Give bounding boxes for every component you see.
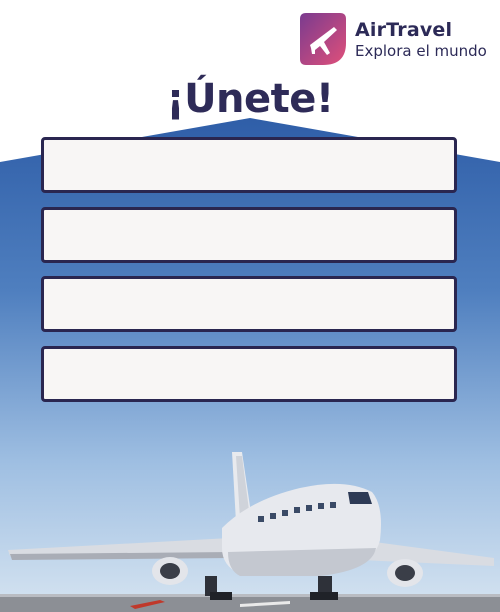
signup-field-3[interactable]: [41, 276, 457, 332]
brand-logo[interactable]: AirTravel Explora el mundo: [300, 13, 500, 69]
brand-name: AirTravel: [355, 19, 453, 41]
airplane-icon: [300, 13, 346, 65]
signup-field-1[interactable]: [41, 137, 457, 193]
signup-field-2[interactable]: [41, 207, 457, 263]
signup-field-4[interactable]: [41, 346, 457, 402]
page-title: ¡Únete!: [166, 76, 334, 122]
brand-tagline: Explora el mundo: [355, 42, 487, 60]
